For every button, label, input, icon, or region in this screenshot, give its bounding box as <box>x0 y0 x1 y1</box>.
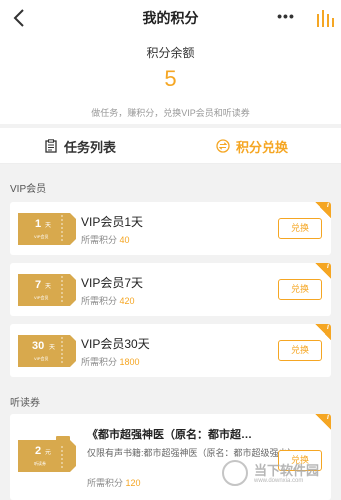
points-hint: 做任务，赚积分，兑换VIP会员和听读券 <box>91 108 250 118</box>
more-menu-icon[interactable]: ••• <box>274 6 298 30</box>
section-title-vip: VIP会员 <box>10 184 47 195</box>
vip-item-card: i 7 天 VIP会员 VIP会员7天 所需积分 420 兑换 <box>10 263 331 316</box>
vip-ticket-icon <box>18 335 76 367</box>
exchange-button[interactable]: 兑换 <box>278 218 322 239</box>
points-balance-value: 5 <box>164 66 177 91</box>
vip-ticket-icon <box>18 274 76 306</box>
tab-task-list-label: 任务列表 <box>64 139 117 155</box>
vip-item-cost: 所需积分 1800 <box>81 357 140 367</box>
ticket-unit: 元 <box>45 450 52 456</box>
vip-item-name: VIP会员1天 <box>81 215 144 229</box>
clipboard-icon <box>45 139 57 153</box>
tab-points-exchange-label: 积分兑换 <box>236 139 289 155</box>
info-icon: i <box>327 414 329 421</box>
site-watermark: 当下软件园 www.downxia.com <box>222 456 340 496</box>
exchange-icon <box>216 139 230 153</box>
vip-ticket-icon <box>18 213 76 245</box>
nav-bar: 我的积分 ••• <box>0 0 341 36</box>
watermark-url: www.downxia.com <box>254 478 304 484</box>
vip-item-cost: 所需积分 420 <box>81 296 135 306</box>
ticket-number: 2 <box>35 445 42 457</box>
watermark-logo-icon <box>222 460 248 486</box>
ticket-sub: VIP会员 <box>34 295 49 300</box>
ticket-number: 7 <box>35 279 42 291</box>
ticket-sub: VIP会员 <box>34 234 49 239</box>
exchange-button[interactable]: 兑换 <box>278 340 322 361</box>
bar-chart-icon[interactable] <box>316 9 336 27</box>
coupon-tag <box>56 436 70 446</box>
ticket-number: 30 <box>32 340 45 352</box>
ticket-sub: 听读券 <box>34 461 46 466</box>
tab-task-list[interactable]: 任务列表 <box>44 128 116 164</box>
points-balance-label: 积分余额 <box>146 46 195 60</box>
ticket-unit: 天 <box>45 223 52 229</box>
vip-item-name: VIP会员7天 <box>81 276 144 290</box>
section-title-audio: 听读券 <box>10 398 40 409</box>
exchange-button[interactable]: 兑换 <box>278 279 322 300</box>
tab-points-exchange[interactable]: 积分兑换 <box>216 128 288 164</box>
ticket-number: 1 <box>35 218 42 230</box>
tab-bar: 任务列表 积分兑换 <box>0 128 341 164</box>
watermark-title: 当下软件园 <box>254 463 320 478</box>
audio-item-cost: 所需积分 120 <box>87 478 141 488</box>
vip-item-cost: 所需积分 40 <box>81 235 130 245</box>
vip-item-name: VIP会员30天 <box>81 337 150 351</box>
ticket-unit: 天 <box>45 284 52 290</box>
info-icon: i <box>327 263 329 270</box>
ticket-sub: VIP会员 <box>34 356 49 361</box>
points-summary: 积分余额 5 做任务，赚积分，兑换VIP会员和听读券 <box>0 36 341 124</box>
vip-item-card: i 1 天 VIP会员 VIP会员1天 所需积分 40 兑换 <box>10 202 331 255</box>
info-icon: i <box>327 324 329 331</box>
ticket-unit: 天 <box>49 345 56 351</box>
info-icon: i <box>327 202 329 209</box>
audio-book-title: 《都市超强神医（原名：都市超… <box>87 429 252 441</box>
vip-item-card: i 30 天 VIP会员 VIP会员30天 所需积分 1800 兑换 <box>10 324 331 377</box>
